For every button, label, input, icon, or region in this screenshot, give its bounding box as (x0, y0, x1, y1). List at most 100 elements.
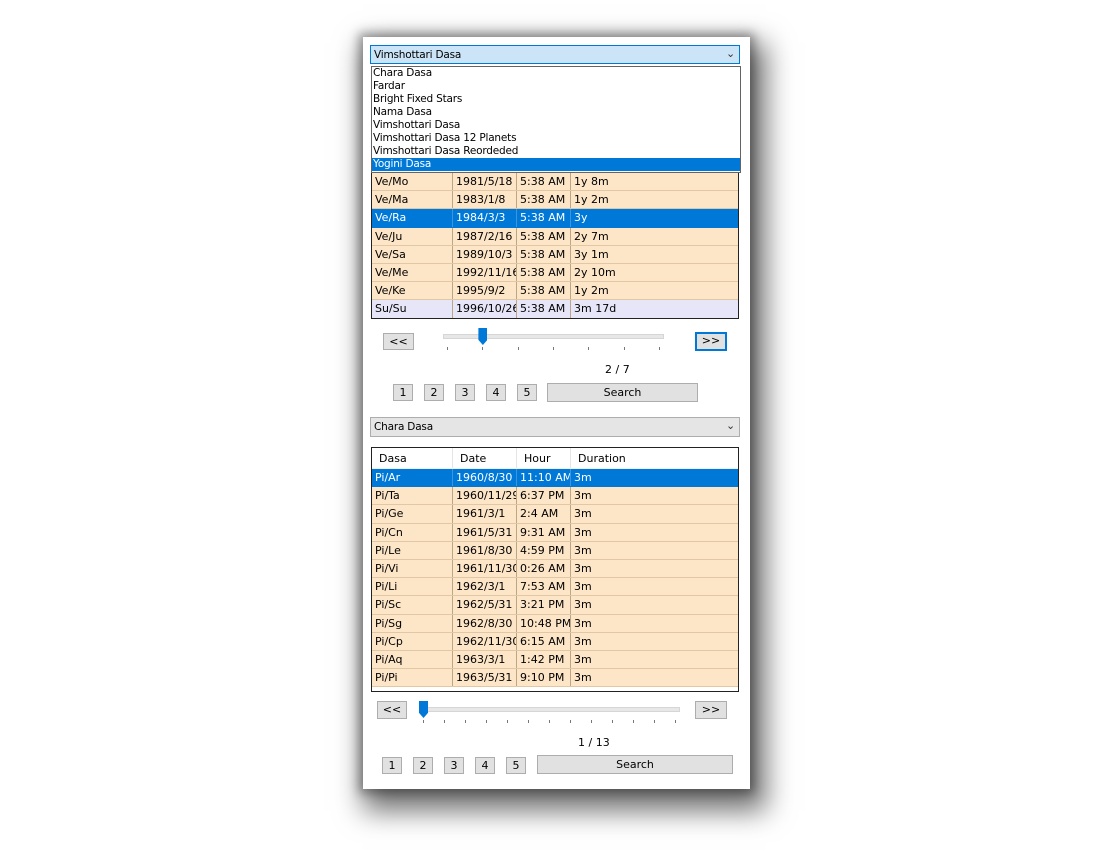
chevron-down-icon: ⌄ (725, 419, 735, 432)
table-cell: 1989/10/3 (453, 245, 517, 263)
page-button-3[interactable]: 3 (455, 384, 475, 401)
table-row[interactable]: Ve/Me 1992/11/16 5:38 AM 2y 10m (372, 263, 738, 283)
bottom-page-slider[interactable] (419, 701, 680, 723)
table-row[interactable]: Ve/Ju 1987/2/16 5:38 AM 2y 7m (372, 227, 738, 246)
table-cell: Pi/Ar (372, 469, 453, 487)
dropdown-item[interactable]: Chara Dasa (372, 67, 740, 80)
table-row[interactable]: Ve/Ma 1983/1/8 5:38 AM 1y 2m (372, 191, 738, 210)
table-row[interactable]: Pi/Vi 1961/11/30 0:26 AM 3m (372, 559, 738, 579)
table-cell: 1963/3/1 (453, 650, 517, 669)
dropdown-item[interactable]: Bright Fixed Stars (372, 93, 740, 106)
page-button-3[interactable]: 3 (444, 757, 464, 774)
slider-thumb[interactable] (419, 701, 428, 718)
table-cell: 3y (574, 211, 588, 225)
chevron-down-icon: ⌄ (725, 47, 735, 60)
table-row[interactable]: Pi/Sc 1962/5/31 3:21 PM 3m (372, 596, 738, 615)
page-button-4[interactable]: 4 (475, 757, 495, 774)
table-row[interactable]: Ve/Ke 1995/9/2 5:38 AM 1y 2m (372, 282, 738, 301)
table-cell: 1962/5/31 (453, 596, 517, 614)
dropdown-item[interactable]: Fardar (372, 80, 740, 93)
table-row[interactable]: Pi/Cn 1961/5/31 9:31 AM 3m (372, 523, 738, 542)
table-row[interactable]: Pi/Cp 1962/11/30 6:15 AM 3m (372, 632, 738, 651)
table-cell: Pi/Ge (372, 505, 453, 523)
dasa-system-combo-bottom[interactable]: Chara Dasa ⌄ (370, 417, 740, 437)
page-button-1[interactable]: 1 (382, 757, 402, 774)
table-row[interactable]: Pi/Li 1962/3/1 7:53 AM 3m (372, 578, 738, 597)
table-row[interactable]: Pi/Ta 1960/11/29 6:37 PM 3m (372, 487, 738, 506)
slider-tick (465, 720, 466, 723)
dasa-system-combo-top[interactable]: Vimshottari Dasa ⌄ (370, 45, 740, 64)
table-cell: 9:10 PM (517, 669, 571, 687)
slider-tick (633, 720, 634, 723)
slider-tick (588, 347, 590, 350)
table-cell: 9:31 AM (517, 523, 571, 541)
column-header[interactable]: Dasa (372, 448, 453, 468)
table-cell: 1y 2m (574, 284, 609, 298)
table-cell: Ve/Ra (372, 209, 453, 227)
table-cell: Pi/Cp (372, 632, 453, 650)
table-row[interactable]: Pi/Ar 1960/8/30 11:10 AM 3m (372, 469, 738, 488)
table-row[interactable]: Pi/Ge 1961/3/1 2:4 AM 3m (372, 505, 738, 524)
bottom-search-button[interactable]: Search (537, 755, 733, 774)
top-dasa-table[interactable]: Ve/Mo 1981/5/18 5:38 AM 1y 8m Ve/Ma 1983/1/8 5… (371, 172, 739, 319)
top-page-slider[interactable] (443, 328, 664, 350)
dropdown-item[interactable]: Vimshottari Dasa (372, 119, 740, 132)
dropdown-item[interactable]: Nama Dasa (372, 106, 740, 119)
top-search-button[interactable]: Search (547, 383, 698, 402)
table-cell: 3:21 PM (517, 596, 571, 614)
table-cell: 3m (574, 616, 592, 630)
table-cell: 3y 1m (574, 247, 609, 261)
table-cell: 2:4 AM (517, 505, 571, 523)
dropdown-item[interactable]: Vimshottari Dasa Reordeded (372, 145, 740, 158)
table-cell: 5:38 AM (517, 282, 571, 300)
slider-tick (517, 347, 519, 350)
dropdown-item[interactable]: Yogini Dasa (372, 158, 740, 171)
page-button-1[interactable]: 1 (393, 384, 413, 401)
slider-track (419, 707, 680, 712)
top-next-button[interactable]: >> (695, 332, 727, 351)
table-cell: 3m (574, 525, 592, 539)
slider-tick (591, 720, 592, 723)
table-row[interactable]: Pi/Aq 1963/3/1 1:42 PM 3m (372, 650, 738, 670)
column-header[interactable]: Duration (571, 448, 738, 468)
table-row[interactable]: Ve/Mo 1981/5/18 5:38 AM 1y 8m (372, 173, 738, 192)
table-cell: 1961/8/30 (453, 541, 517, 559)
table-cell: 5:38 AM (517, 227, 571, 245)
table-row[interactable]: Ve/Sa 1989/10/3 5:38 AM 3y 1m (372, 245, 738, 264)
page-button-5[interactable]: 5 (506, 757, 526, 774)
page-button-5[interactable]: 5 (517, 384, 537, 401)
table-row[interactable]: Pi/Pi 1963/5/31 9:10 PM 3m (372, 669, 738, 688)
table-cell: 1y 8m (574, 175, 609, 188)
page-button-2[interactable]: 2 (413, 757, 433, 774)
table-cell: 1960/11/29 (453, 487, 517, 505)
slider-tick (659, 347, 660, 350)
bottom-prev-button[interactable]: << (377, 701, 407, 719)
table-row[interactable]: Pi/Sg 1962/8/30 10:48 PM 3m (372, 614, 738, 633)
table-cell: Pi/Sc (372, 596, 453, 614)
table-row[interactable]: Su/Su 1996/10/26 5:38 AM 3m 17d (372, 300, 738, 318)
table-cell: 1992/11/16 (453, 263, 517, 282)
bottom-next-button[interactable]: >> (695, 701, 727, 719)
table-cell: 1961/11/30 (453, 559, 517, 578)
table-cell: 1984/3/3 (453, 209, 517, 227)
page-button-2[interactable]: 2 (424, 384, 444, 401)
table-cell: 1995/9/2 (453, 282, 517, 300)
slider-tick (423, 720, 424, 723)
bottom-dasa-table[interactable]: Dasa Date Hour Duration Pi/Ar 1960/8/30 11:10 … (371, 447, 739, 692)
table-row[interactable]: Pi/Le 1961/8/30 4:59 PM 3m (372, 541, 738, 560)
table-row[interactable]: Ve/Ra 1984/3/3 5:38 AM 3y (372, 209, 738, 228)
table-cell: 1983/1/8 (453, 191, 517, 209)
top-prev-button[interactable]: << (383, 333, 414, 350)
table-cell: 5:38 AM (517, 245, 571, 263)
table-cell: 2y 7m (574, 229, 609, 243)
page-button-4[interactable]: 4 (486, 384, 506, 401)
column-header[interactable]: Date (453, 448, 517, 468)
table-cell: 5:38 AM (517, 173, 571, 191)
dropdown-item[interactable]: Vimshottari Dasa 12 Planets (372, 132, 740, 145)
dasa-system-dropdown[interactable]: Chara Dasa Fardar Bright Fixed Stars Nama D… (371, 66, 741, 173)
table-cell: 1962/3/1 (453, 578, 517, 596)
slider-tick (654, 720, 655, 723)
column-header[interactable]: Hour (517, 448, 571, 468)
table-cell: 1960/8/30 (453, 469, 517, 487)
slider-thumb[interactable] (478, 328, 488, 345)
